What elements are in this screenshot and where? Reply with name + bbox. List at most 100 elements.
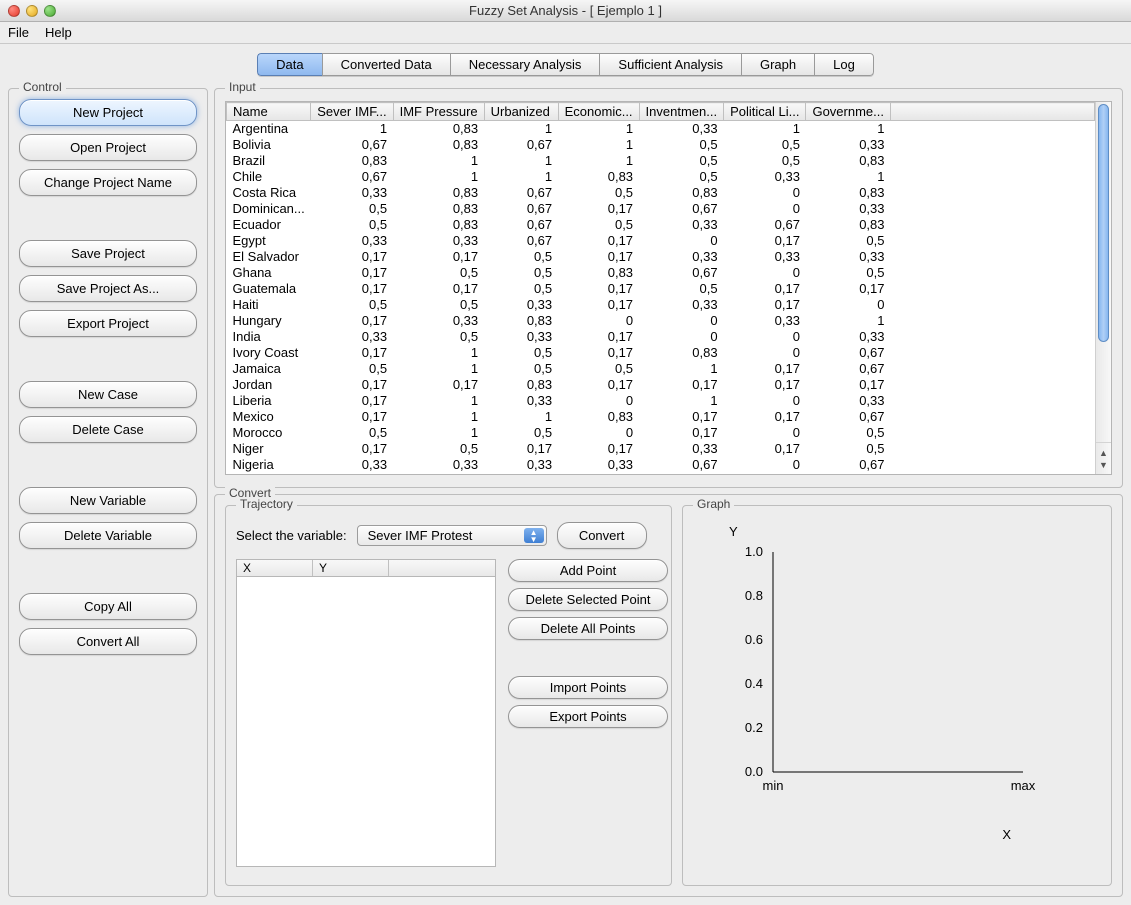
row-value-cell[interactable]: 0,5 <box>484 425 558 441</box>
new-variable-button[interactable]: New Variable <box>19 487 197 514</box>
row-value-cell[interactable]: 0,5 <box>639 169 724 185</box>
row-value-cell[interactable]: 0,33 <box>639 121 724 137</box>
row-value-cell[interactable]: 1 <box>484 169 558 185</box>
table-row[interactable]: El Salvador0,170,170,50,170,330,330,33 <box>227 249 1095 265</box>
column-header[interactable]: Political Li... <box>724 103 806 121</box>
tab-log[interactable]: Log <box>814 53 874 76</box>
row-value-cell[interactable]: 0,5 <box>311 217 393 233</box>
row-value-cell[interactable]: 0,5 <box>393 265 484 281</box>
row-value-cell[interactable]: 0,17 <box>558 281 639 297</box>
row-value-cell[interactable]: 0,17 <box>311 441 393 457</box>
row-name-cell[interactable]: Ghana <box>227 265 311 281</box>
row-value-cell[interactable]: 1 <box>393 409 484 425</box>
row-value-cell[interactable]: 0,33 <box>639 217 724 233</box>
row-value-cell[interactable]: 0,5 <box>311 297 393 313</box>
row-value-cell[interactable]: 0,17 <box>806 377 891 393</box>
row-value-cell[interactable]: 0,33 <box>724 169 806 185</box>
row-value-cell[interactable]: 1 <box>393 361 484 377</box>
table-row[interactable]: Ecuador0,50,830,670,50,330,670,83 <box>227 217 1095 233</box>
table-row[interactable]: Niger0,170,50,170,170,330,170,5 <box>227 441 1095 457</box>
variable-select[interactable]: Sever IMF Protest ▲▼ <box>357 525 547 546</box>
row-value-cell[interactable]: 0,67 <box>484 185 558 201</box>
row-value-cell[interactable]: 0,83 <box>558 265 639 281</box>
row-value-cell[interactable]: 0,33 <box>639 297 724 313</box>
row-value-cell[interactable]: 0,5 <box>724 153 806 169</box>
row-value-cell[interactable]: 0,17 <box>639 377 724 393</box>
row-value-cell[interactable]: 0,83 <box>484 377 558 393</box>
row-value-cell[interactable]: 0,17 <box>558 233 639 249</box>
row-value-cell[interactable]: 0,33 <box>806 201 891 217</box>
row-value-cell[interactable]: 0,17 <box>311 313 393 329</box>
row-value-cell[interactable]: 0 <box>639 313 724 329</box>
row-value-cell[interactable]: 0,67 <box>639 457 724 473</box>
table-row[interactable]: Bolivia0,670,830,6710,50,50,33 <box>227 137 1095 153</box>
export-points-button[interactable]: Export Points <box>508 705 668 728</box>
row-value-cell[interactable]: 0 <box>724 425 806 441</box>
row-value-cell[interactable]: 0,33 <box>484 457 558 473</box>
table-row[interactable]: Dominican...0,50,830,670,170,6700,33 <box>227 201 1095 217</box>
row-name-cell[interactable]: Morocco <box>227 425 311 441</box>
row-name-cell[interactable]: Bolivia <box>227 137 311 153</box>
row-value-cell[interactable]: 0,5 <box>806 233 891 249</box>
delete-case-button[interactable]: Delete Case <box>19 416 197 443</box>
row-value-cell[interactable]: 0,5 <box>484 281 558 297</box>
row-name-cell[interactable]: Jamaica <box>227 361 311 377</box>
row-name-cell[interactable]: Dominican... <box>227 201 311 217</box>
row-value-cell[interactable]: 0,33 <box>724 249 806 265</box>
row-value-cell[interactable]: 0,33 <box>806 393 891 409</box>
tab-data[interactable]: Data <box>257 53 321 76</box>
row-value-cell[interactable]: 0,83 <box>311 153 393 169</box>
row-value-cell[interactable]: 1 <box>393 153 484 169</box>
row-name-cell[interactable]: Ecuador <box>227 217 311 233</box>
row-name-cell[interactable]: Jordan <box>227 377 311 393</box>
row-value-cell[interactable]: 1 <box>484 153 558 169</box>
row-value-cell[interactable]: 0,83 <box>393 185 484 201</box>
window-zoom-button[interactable] <box>44 5 56 17</box>
row-name-cell[interactable]: El Salvador <box>227 249 311 265</box>
row-value-cell[interactable]: 0,67 <box>484 233 558 249</box>
row-value-cell[interactable]: 0,83 <box>558 409 639 425</box>
row-value-cell[interactable]: 0,33 <box>484 297 558 313</box>
row-value-cell[interactable]: 1 <box>393 345 484 361</box>
row-name-cell[interactable]: Guatemala <box>227 281 311 297</box>
row-value-cell[interactable]: 0 <box>639 329 724 345</box>
row-value-cell[interactable]: 0,83 <box>806 217 891 233</box>
tab-necessary-analysis[interactable]: Necessary Analysis <box>450 53 600 76</box>
row-value-cell[interactable]: 0,17 <box>311 393 393 409</box>
row-value-cell[interactable]: 0,17 <box>724 377 806 393</box>
export-project-button[interactable]: Export Project <box>19 310 197 337</box>
row-name-cell[interactable]: Liberia <box>227 393 311 409</box>
copy-all-button[interactable]: Copy All <box>19 593 197 620</box>
column-header[interactable]: Name <box>227 103 311 121</box>
row-value-cell[interactable]: 0,17 <box>393 249 484 265</box>
row-value-cell[interactable]: 0,17 <box>639 425 724 441</box>
row-value-cell[interactable]: 0,5 <box>393 441 484 457</box>
row-name-cell[interactable]: Argentina <box>227 121 311 137</box>
row-value-cell[interactable]: 0,67 <box>484 217 558 233</box>
row-value-cell[interactable]: 0,33 <box>558 457 639 473</box>
row-value-cell[interactable]: 0,17 <box>311 345 393 361</box>
row-value-cell[interactable]: 0,67 <box>806 361 891 377</box>
row-name-cell[interactable]: Niger <box>227 441 311 457</box>
row-value-cell[interactable]: 0,67 <box>806 409 891 425</box>
row-value-cell[interactable]: 0,83 <box>393 121 484 137</box>
row-value-cell[interactable]: 0 <box>558 313 639 329</box>
table-row[interactable]: Jordan0,170,170,830,170,170,170,17 <box>227 377 1095 393</box>
row-value-cell[interactable]: 0,17 <box>558 345 639 361</box>
row-value-cell[interactable]: 0,83 <box>393 137 484 153</box>
row-value-cell[interactable]: 0,33 <box>724 313 806 329</box>
row-value-cell[interactable]: 0,17 <box>724 441 806 457</box>
column-header[interactable]: Urbanized <box>484 103 558 121</box>
row-value-cell[interactable]: 0,17 <box>311 265 393 281</box>
row-value-cell[interactable]: 0,33 <box>484 329 558 345</box>
row-name-cell[interactable]: Ivory Coast <box>227 345 311 361</box>
row-value-cell[interactable]: 0,67 <box>639 265 724 281</box>
add-point-button[interactable]: Add Point <box>508 559 668 582</box>
table-row[interactable]: Jamaica0,510,50,510,170,67 <box>227 361 1095 377</box>
row-value-cell[interactable]: 0,17 <box>311 249 393 265</box>
table-row[interactable]: Hungary0,170,330,83000,331 <box>227 313 1095 329</box>
row-value-cell[interactable]: 0,33 <box>393 233 484 249</box>
delete-variable-button[interactable]: Delete Variable <box>19 522 197 549</box>
row-value-cell[interactable]: 0,33 <box>311 233 393 249</box>
row-value-cell[interactable]: 0,17 <box>724 409 806 425</box>
